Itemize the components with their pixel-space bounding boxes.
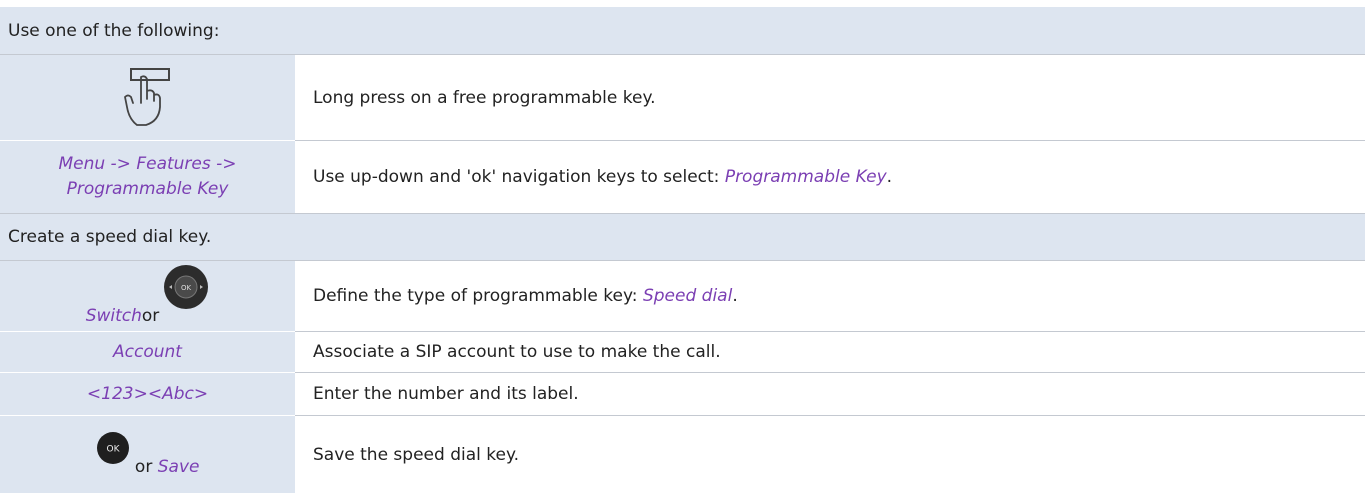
left-cell: OK or Save xyxy=(0,416,295,493)
right-cell: Associate a SIP account to use to make t… xyxy=(295,332,1365,372)
number-instruction: Enter the number and its label. xyxy=(313,384,579,404)
press-key-icon xyxy=(123,67,170,126)
intro-text: Use one of the following: xyxy=(8,20,220,41)
highlight-speed-dial: Speed dial xyxy=(642,286,733,306)
switch-label: Switch xyxy=(85,306,142,326)
row-number: <123><Abc> Enter the number and its labe… xyxy=(0,373,1365,415)
switch-instruction: Define the type of programmable key: Spe… xyxy=(313,286,738,306)
highlight-programmable-key: Programmable Key xyxy=(724,167,887,187)
save-label: Save xyxy=(157,456,200,477)
section-text: Create a speed dial key. xyxy=(8,227,212,247)
number-label: <123><Abc> xyxy=(86,384,209,404)
svg-text:OK: OK xyxy=(181,284,192,292)
navigator-icon: OK xyxy=(164,265,209,309)
left-cell: Switch or OK xyxy=(0,261,295,331)
menu-path-text: Menu -> Features -> Programmable Key xyxy=(58,154,237,199)
left-cell xyxy=(0,55,295,140)
row-menu-path: Menu -> Features -> Programmable Key Use… xyxy=(0,141,1365,213)
row-account: Account Associate a SIP account to use t… xyxy=(0,332,1365,372)
right-cell: Long press on a free programmable key. xyxy=(295,55,1365,140)
left-cell: <123><Abc> xyxy=(0,373,295,415)
row-save: OK or Save Save the speed dial key. xyxy=(0,416,1365,493)
account-instruction: Associate a SIP account to use to make t… xyxy=(313,342,721,362)
intro-row: Use one of the following: xyxy=(0,7,1365,54)
right-cell: Define the type of programmable key: Spe… xyxy=(295,261,1365,331)
left-cell: Account xyxy=(0,332,295,372)
right-cell: Use up-down and 'ok' navigation keys to … xyxy=(295,141,1365,213)
row-long-press: Long press on a free programmable key. xyxy=(0,55,1365,140)
section-row: Create a speed dial key. xyxy=(0,214,1365,260)
row-long-press-text: Long press on a free programmable key. xyxy=(313,87,656,108)
account-label: Account xyxy=(113,342,182,362)
ok-key-icon: OK xyxy=(96,431,129,464)
left-cell: Menu -> Features -> Programmable Key xyxy=(0,141,295,213)
row-switch: Switch or OK Define the type of programm… xyxy=(0,261,1365,331)
svg-text:OK: OK xyxy=(106,444,120,454)
right-cell: Save the speed dial key. xyxy=(295,416,1365,493)
menu-path-instruction: Use up-down and 'ok' navigation keys to … xyxy=(313,167,893,187)
right-cell: Enter the number and its label. xyxy=(295,373,1365,415)
save-instruction: Save the speed dial key. xyxy=(313,444,519,465)
